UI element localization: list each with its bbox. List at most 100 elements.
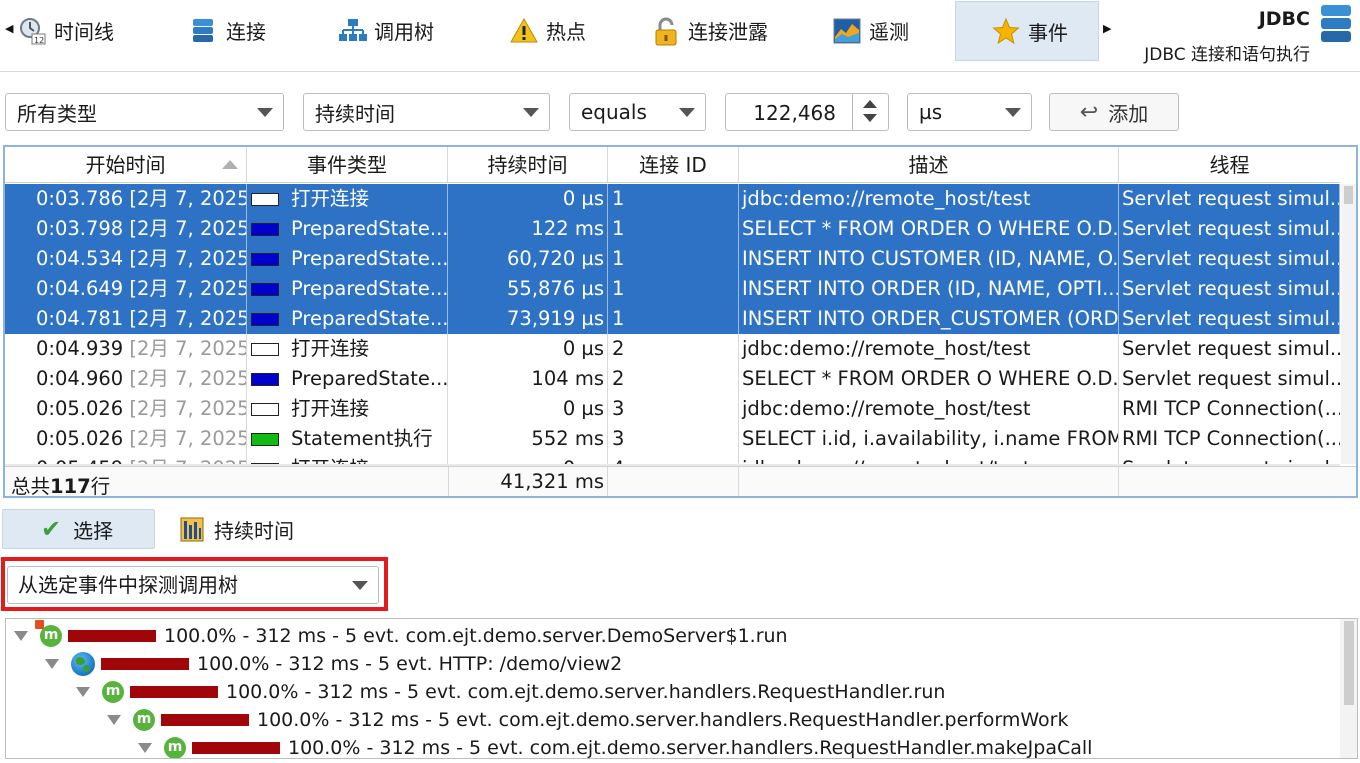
table-row[interactable]: 0:05.026 [2月 7, 2025 .. Statement执行 552 ms… — [5, 424, 1340, 454]
filter-value-input[interactable]: 122,468 — [753, 101, 836, 125]
table-row[interactable]: 0:05.459 [2月 7, 2025 .. 打开连接 0 µs4jdbc:dem… — [5, 454, 1340, 464]
percentage-bar — [192, 742, 280, 754]
tab-hotspots[interactable]: 热点 — [510, 1, 586, 60]
filter-field-select[interactable]: 持续时间 — [303, 93, 550, 131]
start-date: [2月 7, 2025 .. — [129, 457, 246, 464]
cell-description: SELECT * FROM ORDER O WHERE O.D... — [739, 364, 1119, 394]
chevron-down-icon — [352, 581, 368, 590]
add-filter-button[interactable]: ↩ 添加 — [1049, 93, 1179, 131]
cell-description: jdbc:demo://remote_host/test — [739, 394, 1119, 424]
cell-duration: 104 ms — [448, 364, 608, 394]
event-color-swatch — [251, 253, 279, 266]
call-tree-node[interactable]: 100.0% - 312 ms - 5 evt. HTTP: /demo/vie… — [45, 650, 622, 678]
start-date: [2月 7, 2025 .. — [129, 337, 247, 360]
column-header-description[interactable]: 描述 — [739, 147, 1119, 183]
expand-toggle-icon[interactable] — [138, 743, 152, 753]
event-color-swatch — [251, 403, 279, 416]
expand-toggle-icon[interactable] — [76, 687, 90, 697]
tree-vertical-scrollbar[interactable] — [1340, 619, 1357, 758]
filter-unit-select[interactable]: µs — [907, 93, 1032, 131]
spin-down-icon[interactable] — [863, 114, 877, 122]
scrollbar-thumb[interactable] — [1344, 621, 1354, 705]
column-header-duration[interactable]: 持续时间 — [448, 147, 608, 183]
call-tree-node[interactable]: m 100.0% - 312 ms - 5 evt. com.ejt.demo.s… — [76, 678, 945, 706]
cell-connection-id: 1 — [608, 304, 739, 334]
expand-toggle-icon[interactable] — [107, 715, 121, 725]
chevron-down-icon — [679, 108, 695, 117]
cell-thread: Servlet request simul... — [1122, 367, 1340, 390]
tab-connection-leaks[interactable]: 连接泄露 — [652, 1, 768, 60]
tab-call-tree[interactable]: 调用树 — [338, 1, 434, 60]
table-row[interactable]: 0:04.649 [2月 7, 2025 .. PreparedState...5… — [5, 274, 1340, 304]
filter-unit-value: µs — [919, 100, 943, 124]
cell-event-type: PreparedState... — [247, 364, 448, 394]
tab-timeline[interactable]: 12 时间线 — [18, 1, 114, 60]
call-tree-node[interactable]: m 100.0% - 312 ms - 5 evt. com.ejt.demo.s… — [107, 706, 1069, 734]
tab-connections[interactable]: 连接 — [190, 1, 266, 60]
cell-duration: 60,720 µs — [448, 244, 608, 274]
table-row[interactable]: 0:03.798 [2月 7, 2025 ..PreparedState...1… — [5, 214, 1340, 244]
chevron-down-icon — [523, 108, 539, 117]
call-tree-node[interactable]: m 100.0% - 312 ms - 5 evt. com.ejt.demo.s… — [138, 734, 1092, 758]
cell-event-type: 打开连接 — [247, 184, 448, 214]
event-type: 打开连接 — [291, 397, 370, 420]
select-mode-label: 选择 — [73, 518, 114, 543]
start-time: 0:05.026 — [36, 397, 124, 420]
event-color-swatch — [251, 343, 279, 356]
cell-description: INSERT INTO ORDER (ID, NAME, OPTI... — [739, 274, 1119, 304]
call-tree-source-select[interactable]: 从选定事件中探测调用树 — [7, 566, 379, 604]
cell-start-time: 0:03.786 [2月 7, 2025 .. — [5, 184, 247, 214]
event-color-swatch — [251, 433, 279, 446]
cell-start-time: 0:03.798 [2月 7, 2025 .. — [5, 214, 247, 244]
call-tree-node[interactable]: m 100.0% - 312 ms - 5 evt. com.ejt.demo.s… — [14, 620, 788, 650]
cell-connection-id: 3 — [608, 394, 739, 424]
cell-event-type: PreparedState... — [247, 274, 448, 304]
svg-text:12: 12 — [34, 36, 44, 45]
start-date: [2月 7, 2025 .. — [129, 427, 247, 450]
duration-mode-button[interactable]: 持续时间 — [180, 509, 294, 549]
column-label: 开始时间 — [85, 153, 166, 177]
column-header-connection-id[interactable]: 连接 ID — [608, 147, 739, 183]
table-row[interactable]: 0:04.960 [2月 7, 2025 .. PreparedState...1… — [5, 364, 1340, 394]
table-row[interactable]: 0:03.786 [2月 7, 2025 .. 打开连接 0 µs1jdbc:dem… — [5, 184, 1340, 214]
cell-description: jdbc:demo://remote_host/test — [739, 184, 1119, 214]
start-time: 0:04.939 — [36, 337, 124, 360]
cell-start-time: 0:04.649 [2月 7, 2025 .. — [5, 274, 247, 304]
tab-events[interactable]: 事件 — [955, 1, 1099, 61]
event-type: PreparedState... — [291, 307, 448, 330]
filter-value-stepper[interactable]: 122,468 — [725, 93, 889, 131]
table-header: 开始时间 事件类型 持续时间 连接 ID 描述 线程 — [5, 147, 1340, 183]
tab-label: 事件 — [1028, 20, 1068, 45]
column-header-event-type[interactable]: 事件类型 — [247, 147, 448, 183]
cell-thread: Servlet request simul... — [1119, 244, 1340, 274]
table-row[interactable]: 0:04.534 [2月 7, 2025 .. PreparedState...6… — [5, 244, 1340, 274]
cell-start-time: 0:04.939 [2月 7, 2025 .. — [5, 334, 247, 364]
event-color-swatch — [251, 283, 279, 296]
table-row[interactable]: 0:05.026 [2月 7, 2025 .. 打开连接 0 µs3jdbc:dem… — [5, 394, 1340, 424]
table-vertical-scrollbar[interactable] — [1341, 184, 1356, 464]
column-header-thread[interactable]: 线程 — [1119, 147, 1340, 183]
table-row[interactable]: 0:04.939 [2月 7, 2025 .. 打开连接 0 µs2jdbc:dem… — [5, 334, 1340, 364]
tab-scroll-left-icon[interactable]: ◀ — [5, 22, 13, 35]
event-type: 打开连接 — [291, 457, 369, 464]
timeline-clock-icon: 12 — [18, 17, 46, 45]
return-arrow-icon: ↩ — [1079, 99, 1099, 125]
event-type-select[interactable]: 所有类型 — [5, 93, 284, 131]
column-header-start-time[interactable]: 开始时间 — [5, 147, 247, 183]
tab-scroll-right-icon[interactable]: ▶ — [1103, 22, 1111, 35]
tab-telemetry[interactable]: 遥测 — [833, 1, 909, 60]
spin-up-icon[interactable] — [863, 100, 877, 108]
scrollbar-thumb[interactable] — [1344, 186, 1353, 204]
total-rows: 总共117行 — [11, 470, 110, 496]
start-date: [2月 7, 2025 .. — [129, 277, 247, 300]
duration-bars-icon — [180, 516, 204, 542]
select-mode-button[interactable]: ✔ 选择 — [2, 509, 155, 549]
spinner-buttons[interactable] — [852, 94, 888, 130]
expand-toggle-icon[interactable] — [45, 659, 59, 669]
expand-toggle-icon[interactable] — [14, 631, 28, 641]
jdbc-header: JDBC JDBC 连接和语句执行 — [1120, 4, 1310, 65]
filter-operator-select[interactable]: equals — [569, 93, 706, 131]
table-row[interactable]: 0:04.781 [2月 7, 2025 .. PreparedState...7… — [5, 304, 1340, 334]
cell-thread: Servlet request simul... — [1119, 184, 1340, 214]
column-label: 线程 — [1209, 153, 1250, 177]
